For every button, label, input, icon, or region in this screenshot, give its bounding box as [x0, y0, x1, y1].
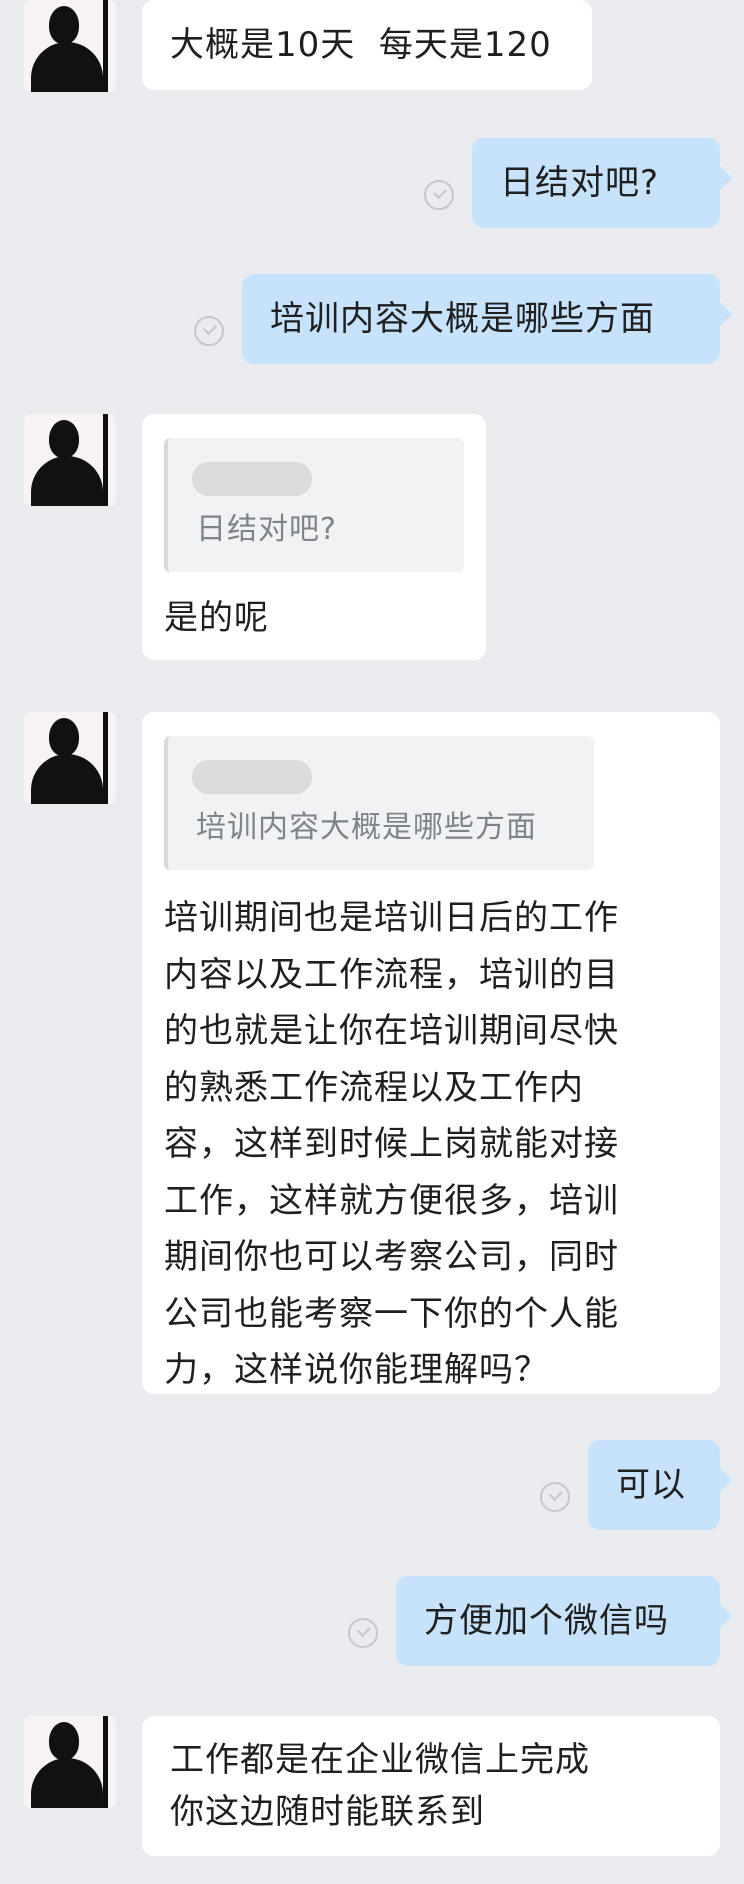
message-text: 培训内容大概是哪些方面 [270, 299, 655, 339]
avatar-frame [103, 414, 108, 506]
quoted-message[interactable]: 日结对吧? [164, 438, 464, 572]
read-receipt-check-icon [194, 316, 224, 346]
contact-avatar[interactable] [24, 712, 116, 804]
message-text: 是的呢 [164, 598, 269, 638]
message-text: 大概是10天 每天是120 [170, 25, 552, 65]
read-receipt-check-icon [348, 1618, 378, 1648]
avatar-frame [103, 1716, 108, 1808]
read-receipt-check-icon [540, 1482, 570, 1512]
avatar-frame [103, 0, 108, 92]
incoming-message-bubble[interactable]: 培训内容大概是哪些方面 培训期间也是培训日后的工作 内容以及工作流程，培训的目 … [142, 712, 720, 1394]
blurred-sender-name [192, 760, 312, 794]
avatar-head-silhouette [49, 6, 79, 44]
incoming-message-bubble[interactable]: 大概是10天 每天是120 [142, 0, 592, 90]
contact-avatar[interactable] [24, 0, 116, 92]
outgoing-message-bubble[interactable]: 可以 [588, 1440, 732, 1530]
avatar-frame [103, 712, 108, 804]
quoted-text: 日结对吧? [196, 512, 337, 547]
avatar-head-silhouette [49, 420, 79, 458]
message-text: 日结对吧? [500, 163, 660, 203]
outgoing-message-bubble[interactable]: 日结对吧? [472, 138, 732, 228]
outgoing-message-bubble[interactable]: 方便加个微信吗 [396, 1576, 732, 1666]
avatar-body-silhouette [31, 42, 103, 92]
message-text: 方便加个微信吗 [424, 1601, 669, 1641]
avatar-body-silhouette [31, 1758, 103, 1808]
message-text: 可以 [616, 1465, 686, 1505]
incoming-message-bubble[interactable]: 日结对吧? 是的呢 [142, 414, 486, 660]
avatar-head-silhouette [49, 1722, 79, 1760]
read-receipt-check-icon [424, 180, 454, 210]
contact-avatar[interactable] [24, 1716, 116, 1808]
message-text: 工作都是在企业微信上完成 你这边随时能联系到 [170, 1740, 590, 1832]
contact-avatar[interactable] [24, 414, 116, 506]
avatar-body-silhouette [31, 456, 103, 506]
blurred-sender-name [192, 462, 312, 496]
quoted-text: 培训内容大概是哪些方面 [196, 810, 537, 845]
avatar-body-silhouette [31, 754, 103, 804]
message-text: 培训期间也是培训日后的工作 内容以及工作流程，培训的目 的也就是让你在培训期间尽… [164, 898, 619, 1390]
outgoing-message-bubble[interactable]: 培训内容大概是哪些方面 [242, 274, 732, 364]
avatar-head-silhouette [49, 718, 79, 756]
incoming-message-bubble[interactable]: 工作都是在企业微信上完成 你这边随时能联系到 [142, 1716, 720, 1856]
quoted-message[interactable]: 培训内容大概是哪些方面 [164, 736, 594, 870]
